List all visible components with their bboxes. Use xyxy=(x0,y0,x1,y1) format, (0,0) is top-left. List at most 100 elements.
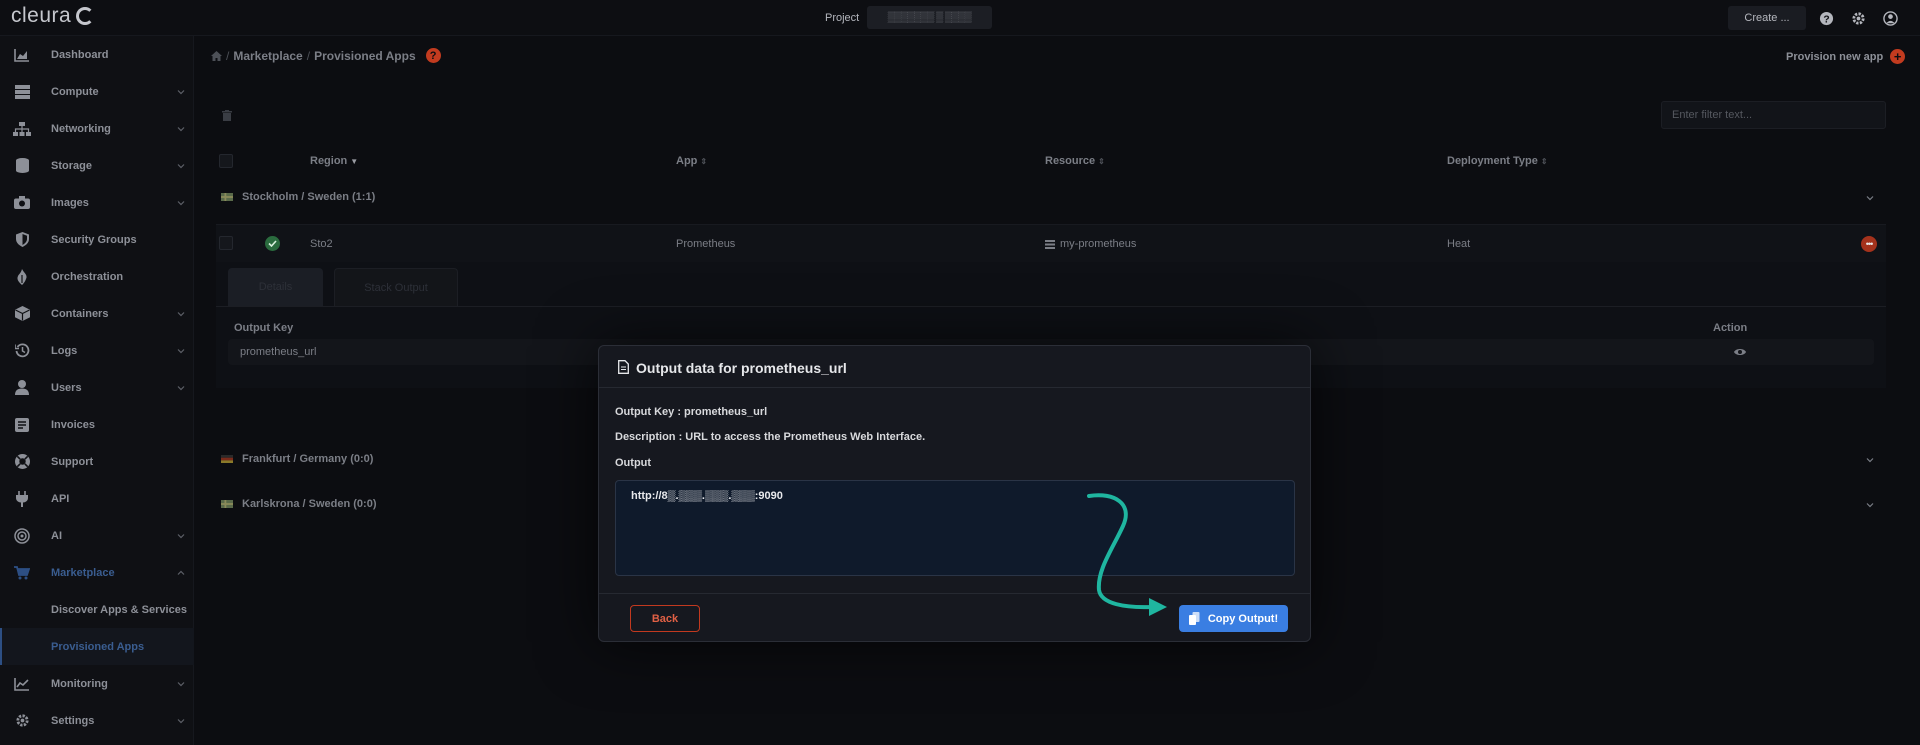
chevron-down-icon[interactable] xyxy=(1866,194,1874,202)
logo-mark-icon xyxy=(76,7,95,25)
sort-icon: ⇕ xyxy=(1098,157,1105,166)
cart-icon xyxy=(13,564,31,582)
sidebar-item-orchestration[interactable]: Orchestration xyxy=(0,258,194,295)
camera-icon xyxy=(13,194,31,212)
history-icon xyxy=(13,342,31,360)
sidebar-item-security-groups[interactable]: Security Groups xyxy=(0,221,194,258)
gear-icon[interactable] xyxy=(1850,10,1866,26)
chevron-down-icon xyxy=(177,126,185,131)
chevron-down-icon xyxy=(177,348,185,353)
sidebar-item-support[interactable]: Support xyxy=(0,443,194,480)
sidebar-item-compute[interactable]: Compute xyxy=(0,73,194,110)
help-icon[interactable]: ? xyxy=(425,48,441,63)
sidebar-item-images[interactable]: Images xyxy=(0,184,194,221)
germany-flag-icon xyxy=(221,455,233,463)
row-checkbox[interactable] xyxy=(219,236,233,250)
project-label: Project xyxy=(825,12,860,24)
sidebar-item-marketplace[interactable]: Marketplace xyxy=(0,554,194,591)
top-bar: cleura Project ▒▒▒▒▒▒▒ ▒ ▒▒▒▒ Create ...… xyxy=(0,0,1920,36)
sidebar-item-api[interactable]: API xyxy=(0,480,194,517)
sidebar-item-logs[interactable]: Logs xyxy=(0,332,194,369)
sidebar-item-users[interactable]: Users xyxy=(0,369,194,406)
breadcrumb-marketplace[interactable]: Marketplace xyxy=(233,49,302,63)
home-icon[interactable] xyxy=(211,50,222,61)
chevron-down-icon xyxy=(177,385,185,390)
cell-app: Prometheus xyxy=(676,238,736,250)
chevron-down-icon xyxy=(177,681,185,686)
document-icon xyxy=(618,360,629,374)
shield-icon xyxy=(13,231,31,249)
eye-icon[interactable] xyxy=(1734,347,1746,357)
column-app-label: App xyxy=(676,155,698,167)
filter-input[interactable]: Enter filter text... xyxy=(1661,101,1886,129)
table-header: Region ▼ App ⇕ Resource ⇕ Deployment Type ⇕ xyxy=(216,146,1886,176)
sidebar-item-ai[interactable]: AI xyxy=(0,517,194,554)
database-icon xyxy=(13,157,31,175)
sidebar-item-monitoring[interactable]: Monitoring xyxy=(0,665,194,702)
provision-new-app-button[interactable]: Provision new app + xyxy=(1786,49,1906,64)
project-select[interactable]: ▒▒▒▒▒▒▒ ▒ ▒▒▒▒ xyxy=(867,6,992,29)
plug-icon xyxy=(13,490,31,508)
brand-name: cleura xyxy=(11,4,72,27)
column-app[interactable]: App ⇕ xyxy=(676,155,707,167)
tab-stack-output[interactable]: Stack Output xyxy=(334,268,458,306)
cell-resource[interactable]: my-prometheus xyxy=(1045,238,1136,250)
orchestration-icon xyxy=(13,268,31,286)
output-key-header: Output Key xyxy=(234,322,294,334)
output-textarea[interactable]: http://8▒.▒▒▒.▒▒▒.▒▒▒:9090 xyxy=(615,480,1295,576)
column-deployment-type[interactable]: Deployment Type ⇕ xyxy=(1447,155,1548,167)
chevron-down-icon xyxy=(177,89,185,94)
back-button[interactable]: Back xyxy=(630,605,700,632)
sidebar-item-storage[interactable]: Storage xyxy=(0,147,194,184)
region-group-label: Karlskrona / Sweden (0:0) xyxy=(242,498,377,510)
chevron-down-icon[interactable] xyxy=(1866,456,1874,464)
create-button[interactable]: Create ... xyxy=(1728,6,1806,30)
modal-output-label: Output xyxy=(615,457,652,469)
sort-desc-icon: ▼ xyxy=(350,157,359,166)
sweden-flag-icon xyxy=(221,500,233,508)
invoice-icon xyxy=(13,416,31,434)
more-options-icon[interactable]: ••• xyxy=(1861,236,1877,252)
sidebar-item-dashboard[interactable]: Dashboard xyxy=(0,36,194,73)
brand-logo[interactable]: cleura xyxy=(11,4,95,28)
column-region[interactable]: Region ▼ xyxy=(310,155,358,167)
breadcrumb-separator: / xyxy=(226,48,230,63)
tab-details[interactable]: Details xyxy=(228,268,323,306)
output-data-modal: Output data for prometheus_url Output Ke… xyxy=(598,345,1311,642)
modal-title: Output data for prometheus_url xyxy=(636,360,847,376)
sidebar-item-settings[interactable]: Settings xyxy=(0,702,194,739)
sidebar: Dashboard Compute Networking Storage Ima… xyxy=(0,36,194,745)
account-icon[interactable] xyxy=(1882,10,1898,26)
help-icon[interactable]: ? xyxy=(1818,10,1834,26)
sweden-flag-icon xyxy=(221,193,233,201)
sidebar-item-provisioned-apps[interactable]: Provisioned Apps xyxy=(0,628,194,665)
chevron-up-icon xyxy=(177,570,185,575)
region-group-stockholm[interactable]: Stockholm / Sweden (1:1) xyxy=(216,182,1886,212)
chevron-down-icon xyxy=(177,533,185,538)
output-value: http://8▒.▒▒▒.▒▒▒.▒▒▒:9090 xyxy=(631,490,783,502)
select-all-checkbox[interactable] xyxy=(219,154,233,168)
chart-line-icon xyxy=(13,675,31,693)
copy-output-button[interactable]: Copy Output! xyxy=(1179,605,1288,632)
column-deployment-label: Deployment Type xyxy=(1447,155,1538,167)
user-icon xyxy=(13,379,31,397)
svg-text:?: ? xyxy=(1823,14,1829,25)
column-region-label: Region xyxy=(310,155,348,167)
copy-icon xyxy=(1188,612,1200,625)
modal-description: Description : URL to access the Promethe… xyxy=(615,431,926,443)
chevron-down-icon xyxy=(177,718,185,723)
tab-divider xyxy=(216,306,1886,307)
sidebar-item-containers[interactable]: Containers xyxy=(0,295,194,332)
chevron-down-icon xyxy=(177,311,185,316)
copy-output-label: Copy Output! xyxy=(1207,612,1279,625)
sidebar-item-invoices[interactable]: Invoices xyxy=(0,406,194,443)
sidebar-item-networking[interactable]: Networking xyxy=(0,110,194,147)
trash-icon[interactable] xyxy=(222,110,232,121)
output-key-value: prometheus_url xyxy=(240,346,317,358)
column-resource[interactable]: Resource ⇕ xyxy=(1045,155,1105,167)
sidebar-item-discover-apps[interactable]: Discover Apps & Services xyxy=(0,591,194,628)
table-row[interactable]: Sto2 Prometheus my-prometheus Heat ••• xyxy=(216,224,1886,262)
modal-footer-divider xyxy=(599,593,1310,594)
chevron-down-icon[interactable] xyxy=(1866,501,1874,509)
breadcrumb-provisioned-apps: Provisioned Apps xyxy=(314,48,416,63)
